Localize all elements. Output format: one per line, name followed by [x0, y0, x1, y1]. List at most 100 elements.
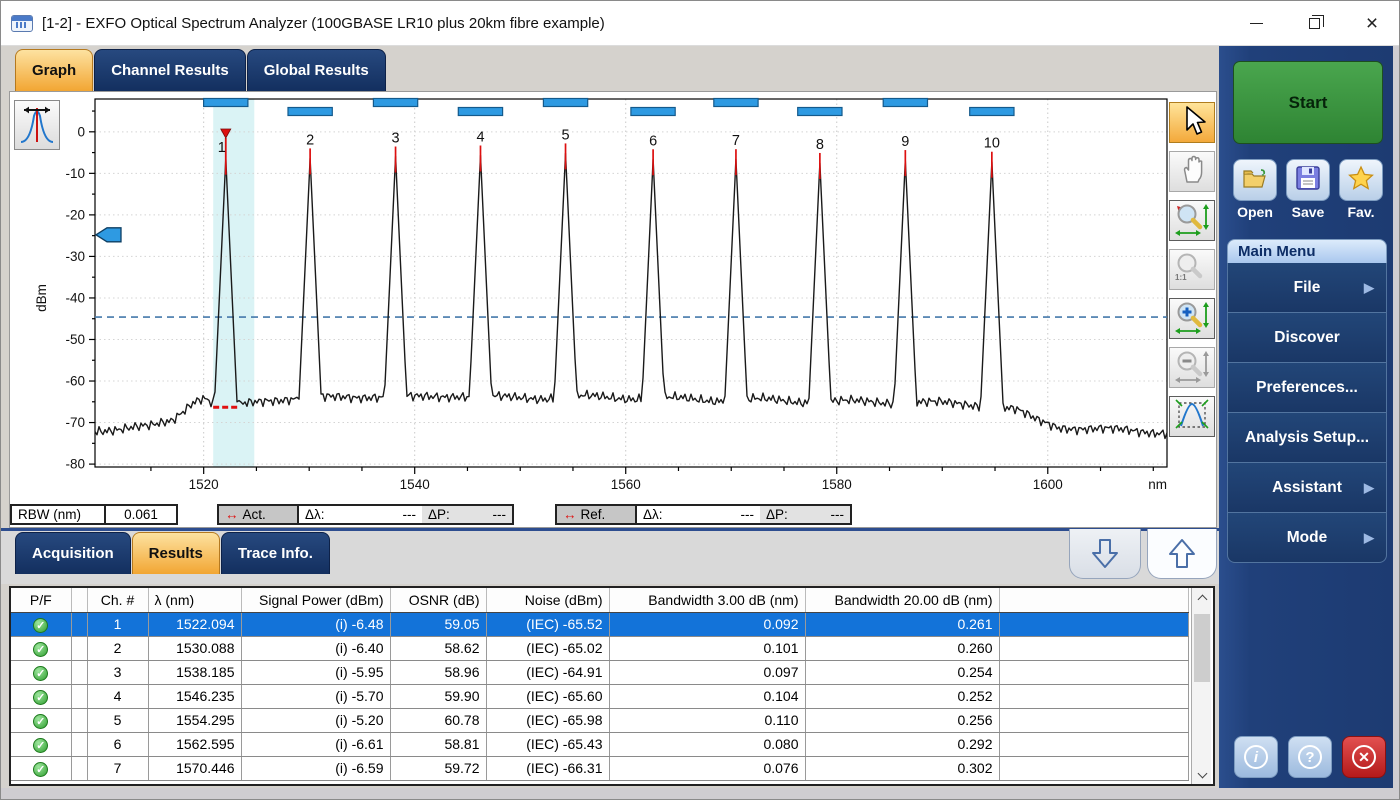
table-row-ch5[interactable]: ✓51554.295(i) -5.2060.78(IEC) -65.980.11…	[11, 708, 1189, 732]
tool-pointer-button[interactable]	[1169, 102, 1215, 143]
window-controls: ×	[1227, 1, 1400, 46]
fav-button-label: Fav.	[1339, 204, 1383, 220]
act-delta-p: ΔP: ---	[422, 506, 512, 523]
ref-marker-button[interactable]: ↔ Ref.	[557, 506, 637, 523]
minimize-icon	[1250, 23, 1263, 24]
column-header-selector	[71, 588, 87, 612]
pane-down-button[interactable]	[1069, 529, 1141, 579]
tool-zoom-fit-button[interactable]	[1169, 396, 1215, 437]
act-marker-button[interactable]: ↔ Act.	[219, 506, 299, 523]
tool-zoom-in-button[interactable]	[1169, 298, 1215, 339]
pass-check-icon: ✓	[33, 738, 48, 753]
row-selector-cell	[71, 684, 87, 708]
osnr-cell: 59.05	[390, 612, 486, 636]
table-row-ch6[interactable]: ✓61562.595(i) -6.6158.81(IEC) -65.430.08…	[11, 732, 1189, 756]
menu-item-analysis-setup[interactable]: Analysis Setup...	[1227, 413, 1387, 463]
help-button[interactable]: ?	[1288, 736, 1332, 778]
start-button[interactable]: Start	[1233, 61, 1383, 144]
lambda-cell: 1546.235	[148, 684, 241, 708]
table-scrollbar[interactable]	[1191, 588, 1211, 784]
bw20-cell: 0.256	[805, 708, 999, 732]
close-icon: ×	[1366, 13, 1378, 34]
ref-delta-lambda-label: Δλ:	[643, 507, 663, 522]
tab-results[interactable]: Results	[132, 532, 220, 574]
table-row-ch4[interactable]: ✓41546.235(i) -5.7059.90(IEC) -65.600.10…	[11, 684, 1189, 708]
restore-button[interactable]	[1285, 1, 1343, 46]
bw20-cell: 0.302	[805, 756, 999, 780]
sidebar-footer-buttons: i? ✕	[1234, 736, 1386, 778]
menu-item-mode[interactable]: Mode▶	[1227, 513, 1387, 563]
pane-up-button[interactable]	[1147, 529, 1217, 579]
tab-trace-info[interactable]: Trace Info.	[221, 532, 330, 574]
folder-icon	[1241, 166, 1269, 195]
rbw-readout: RBW (nm) 0.061	[10, 504, 178, 525]
tool-zoom-out-button[interactable]	[1169, 347, 1215, 388]
fav-button[interactable]	[1339, 159, 1383, 201]
peak-label-ch4: 4	[476, 129, 484, 145]
noise-cell: (IEC) -65.02	[486, 636, 609, 660]
main-menu: File▶DiscoverPreferences...Analysis Setu…	[1227, 263, 1387, 563]
marker-tool-icon	[18, 104, 56, 146]
svg-text:-40: -40	[65, 290, 85, 305]
osnr-cell: 58.62	[390, 636, 486, 660]
exit-button[interactable]: ✕	[1342, 736, 1386, 778]
ref-arrows-icon: ↔	[563, 507, 577, 522]
minimize-button[interactable]	[1227, 1, 1285, 46]
scrollbar-thumb[interactable]	[1194, 614, 1210, 682]
tab-acquisition[interactable]: Acquisition	[15, 532, 131, 574]
svg-text:-50: -50	[65, 332, 85, 347]
table-row-ch7[interactable]: ✓71570.446(i) -6.5959.72(IEC) -66.310.07…	[11, 756, 1189, 780]
scroll-up-button[interactable]	[1192, 588, 1212, 606]
info-button[interactable]: i	[1234, 736, 1278, 778]
channel-results-table[interactable]: P/FCh. #λ (nm)Signal Power (dBm)OSNR (dB…	[11, 588, 1189, 781]
spectrum-chart[interactable]: 15201540156015801600nm0-10-20-30-40-50-6…	[10, 92, 1218, 529]
bw20-cell: 0.261	[805, 612, 999, 636]
channel-band-ch10	[970, 108, 1014, 116]
osnr-cell: 59.90	[390, 684, 486, 708]
pass-fail-cell: ✓	[11, 756, 71, 780]
marker-tool-button[interactable]	[14, 100, 60, 150]
svg-text:-70: -70	[65, 415, 85, 430]
pass-check-icon: ✓	[33, 642, 48, 657]
table-row-ch1[interactable]: ✓11522.094(i) -6.4859.05(IEC) -65.520.09…	[11, 612, 1189, 636]
osnr-cell: 58.96	[390, 660, 486, 684]
tool-zoom-region-button[interactable]	[1169, 200, 1215, 241]
menu-item-assistant[interactable]: Assistant▶	[1227, 463, 1387, 513]
ref-delta-p-label: ΔP:	[766, 507, 788, 522]
power-cell: (i) -6.48	[241, 612, 390, 636]
tab-channel-results[interactable]: Channel Results	[94, 49, 246, 91]
zoom-fit-icon	[1172, 396, 1212, 437]
tool-zoom-1to1-button[interactable]: 1:1	[1169, 249, 1215, 290]
column-header-filler	[999, 588, 1189, 612]
table-row-ch3[interactable]: ✓31538.185(i) -5.9558.96(IEC) -64.910.09…	[11, 660, 1189, 684]
open-button[interactable]	[1233, 159, 1277, 201]
scroll-down-button[interactable]	[1192, 766, 1212, 784]
filler-cell	[999, 708, 1189, 732]
close-button[interactable]: ×	[1343, 1, 1400, 46]
tab-graph[interactable]: Graph	[15, 49, 93, 91]
pass-check-icon: ✓	[33, 666, 48, 681]
channel-band-ch2	[288, 108, 332, 116]
pan-icon	[1174, 151, 1210, 192]
row-selector-cell	[71, 612, 87, 636]
help-icon: ?	[1298, 745, 1322, 769]
sidebar: Start OpenSaveFav. Main Menu File▶Discov…	[1219, 46, 1393, 788]
row-selector-cell	[71, 636, 87, 660]
floppy-icon	[1295, 165, 1321, 196]
submenu-arrow-icon: ▶	[1364, 480, 1374, 496]
menu-item-preferences[interactable]: Preferences...	[1227, 363, 1387, 413]
peak-label-ch6: 6	[649, 133, 657, 149]
bw3-cell: 0.101	[609, 636, 805, 660]
save-button[interactable]	[1286, 159, 1330, 201]
ref-marker-readout: ↔ Ref. Δλ: --- ΔP: ---	[555, 504, 852, 525]
spectrum-trace	[95, 153, 1167, 438]
peak-label-ch5: 5	[561, 127, 569, 143]
tool-pan-button[interactable]	[1169, 151, 1215, 192]
tab-global-results[interactable]: Global Results	[247, 49, 386, 91]
table-row-ch2[interactable]: ✓21530.088(i) -6.4058.62(IEC) -65.020.10…	[11, 636, 1189, 660]
lambda-cell: 1554.295	[148, 708, 241, 732]
column-header-bandwidth-20-00-db-nm: Bandwidth 20.00 dB (nm)	[805, 588, 999, 612]
menu-item-file[interactable]: File▶	[1227, 263, 1387, 313]
row-selector-cell	[71, 660, 87, 684]
menu-item-discover[interactable]: Discover	[1227, 313, 1387, 363]
